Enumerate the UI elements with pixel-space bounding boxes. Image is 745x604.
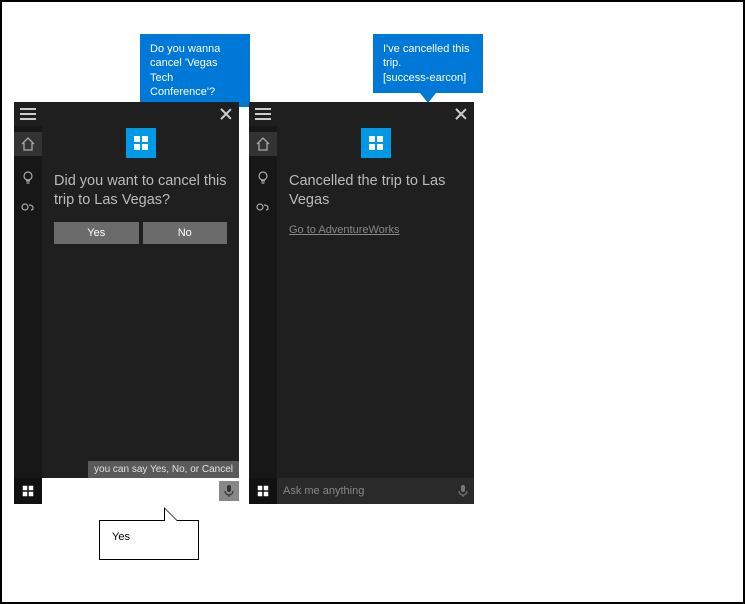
tts-bubble-left: Do you wanna cancel 'Vegas Tech Conferen…	[140, 34, 250, 107]
windows-logo-icon	[368, 135, 384, 151]
panel-body: Cancelled the trip to Las Vegas Go to Ad…	[249, 126, 474, 478]
search-placeholder: Ask me anything	[283, 485, 364, 497]
go-to-app-link[interactable]: Go to AdventureWorks	[277, 222, 411, 238]
start-button[interactable]	[14, 478, 42, 504]
mic-icon[interactable]	[456, 484, 470, 498]
user-speech-text: Yes	[112, 531, 130, 543]
cortana-panel-result: Cancelled the trip to Las Vegas Go to Ad…	[249, 102, 474, 504]
hamburger-icon[interactable]	[20, 108, 36, 120]
content-area: Cancelled the trip to Las Vegas Go to Ad…	[277, 126, 474, 478]
yes-button[interactable]: Yes	[54, 222, 139, 244]
windows-start-icon	[257, 485, 269, 497]
taskbar	[14, 478, 239, 504]
sidebar	[14, 126, 42, 478]
result-text: Cancelled the trip to Las Vegas	[277, 158, 474, 222]
home-icon	[20, 136, 36, 152]
taskbar: Ask me anything	[249, 478, 474, 504]
app-tile	[126, 128, 156, 158]
no-button[interactable]: No	[143, 222, 228, 244]
user-speech-bubble: Yes	[99, 520, 199, 560]
bubble-tail-fill	[165, 509, 177, 521]
feedback-icon[interactable]	[255, 200, 271, 216]
sidebar-home[interactable]	[249, 132, 277, 156]
panel-body: Did you want to cancel this trip to Las …	[14, 126, 239, 478]
content-area: Did you want to cancel this trip to Las …	[42, 126, 239, 478]
sidebar-home[interactable]	[14, 132, 42, 156]
mic-icon[interactable]	[219, 481, 239, 501]
prompt-text: Did you want to cancel this trip to Las …	[42, 158, 239, 222]
start-button[interactable]	[249, 478, 277, 504]
sidebar	[249, 126, 277, 478]
bulb-icon[interactable]	[255, 170, 271, 186]
home-icon	[255, 136, 271, 152]
close-icon[interactable]	[454, 107, 468, 121]
tts-text: Do you wanna cancel 'Vegas Tech Conferen…	[150, 43, 220, 98]
titlebar	[249, 102, 474, 126]
feedback-icon[interactable]	[20, 200, 36, 216]
close-icon[interactable]	[219, 107, 233, 121]
tts-bubble-right: I've cancelled this trip. [success-earco…	[373, 34, 483, 93]
cortana-panel-confirm: Did you want to cancel this trip to Las …	[14, 102, 239, 504]
tts-text: I've cancelled this trip. [success-earco…	[383, 43, 469, 84]
voice-hint: you can say Yes, No, or Cancel	[88, 461, 239, 478]
bulb-icon[interactable]	[20, 170, 36, 186]
button-row: Yes No	[42, 222, 239, 244]
search-input[interactable]: Ask me anything	[277, 478, 474, 504]
search-input[interactable]	[42, 478, 239, 504]
windows-logo-icon	[133, 135, 149, 151]
windows-start-icon	[22, 485, 34, 497]
hamburger-icon[interactable]	[255, 108, 271, 120]
titlebar	[14, 102, 239, 126]
app-tile	[361, 128, 391, 158]
